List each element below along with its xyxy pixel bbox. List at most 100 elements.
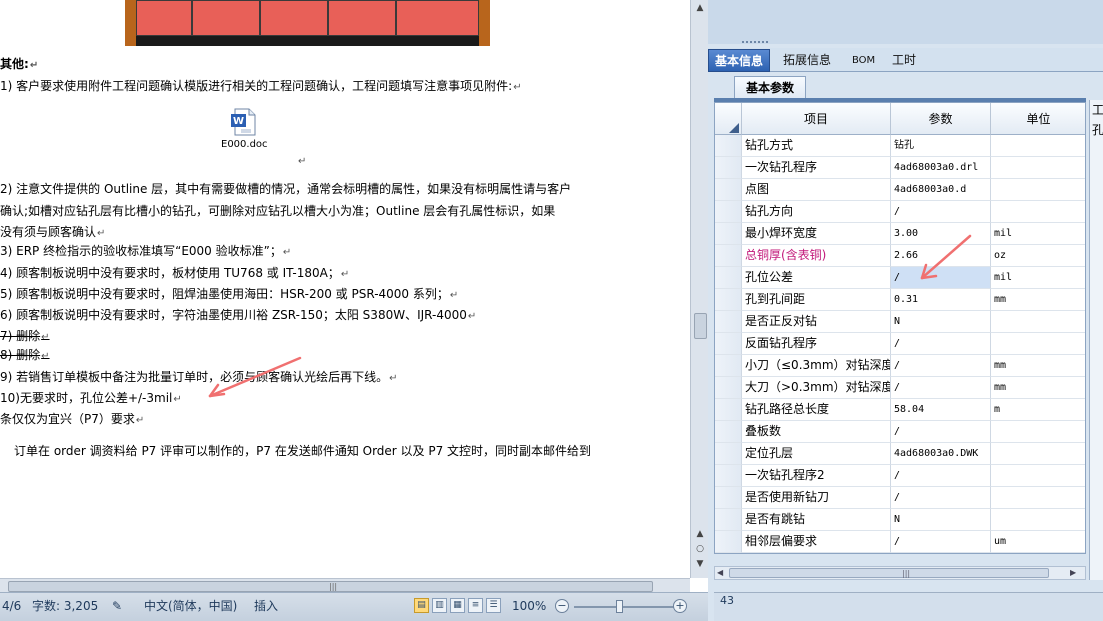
word-count[interactable]: 字数: 3,205 bbox=[32, 598, 98, 614]
scroll-thumb[interactable] bbox=[694, 313, 707, 339]
panel-grip[interactable] bbox=[742, 41, 768, 46]
cell-item: 点图 bbox=[742, 179, 891, 201]
table-row[interactable]: 小刀（≤0.3mm）对钻深度 / mm bbox=[715, 355, 1085, 377]
row-header bbox=[715, 377, 742, 399]
cell-value[interactable]: / bbox=[891, 267, 991, 289]
grid-horizontal-scrollbar[interactable]: ◀ ||| ▶ bbox=[714, 566, 1086, 580]
zoom-out-button[interactable]: − bbox=[555, 599, 569, 613]
outline-view-icon[interactable]: ≡ bbox=[468, 598, 483, 613]
proofing-icon[interactable]: ✎ bbox=[112, 598, 122, 614]
cell-unit: oz bbox=[991, 245, 1085, 267]
document-page[interactable]: 其他:↵ 1) 客户要求使用附件工程问题确认模版进行相关的工程问题确认，工程问题… bbox=[0, 0, 690, 578]
cell-value[interactable]: / bbox=[891, 201, 991, 223]
cell-value[interactable]: 0.31 bbox=[891, 289, 991, 311]
cell-value[interactable]: N bbox=[891, 311, 991, 333]
print-layout-icon[interactable]: ▤ bbox=[414, 598, 429, 613]
doc-item-2-cont2: 没有须与顾客确认↵ bbox=[0, 225, 106, 239]
cell-value[interactable]: 2.66 bbox=[891, 245, 991, 267]
tab-work-hours[interactable]: 工时 bbox=[886, 49, 922, 72]
attachment-filename[interactable]: E000.doc bbox=[221, 139, 268, 150]
table-row[interactable]: 定位孔层 4ad68003a0.DWK bbox=[715, 443, 1085, 465]
grid-hscroll-thumb[interactable]: ||| bbox=[729, 568, 1049, 578]
cell-unit bbox=[991, 509, 1085, 531]
cell-unit bbox=[991, 311, 1085, 333]
scroll-right-icon[interactable]: ▶ bbox=[1070, 567, 1076, 579]
table-row[interactable]: 钻孔路径总长度 58.04 m bbox=[715, 399, 1085, 421]
cell-item: 是否正反对钻 bbox=[742, 311, 891, 333]
doc-item-2-cont: 确认;如槽对应钻孔层有比槽小的钻孔，可删除对应钻孔以槽大小为准；Outline … bbox=[0, 204, 556, 218]
col-header-item[interactable]: 项目 bbox=[742, 103, 891, 135]
cell-value[interactable]: / bbox=[891, 421, 991, 443]
draft-view-icon[interactable]: ☰ bbox=[486, 598, 501, 613]
table-row[interactable]: 点图 4ad68003a0.d bbox=[715, 179, 1085, 201]
cell-value[interactable]: 钻孔 bbox=[891, 135, 991, 157]
cell-value[interactable]: / bbox=[891, 355, 991, 377]
doc-item-3: 3) ERP 终检指示的验收标准填写“E000 验收标准”；↵ bbox=[0, 244, 292, 258]
cell-value[interactable]: 4ad68003a0.d bbox=[891, 179, 991, 201]
cell-value[interactable]: / bbox=[891, 531, 991, 553]
row-header bbox=[715, 135, 742, 157]
table-row[interactable]: 总铜厚(含表铜) 2.66 oz bbox=[715, 245, 1085, 267]
cell-value[interactable]: / bbox=[891, 465, 991, 487]
table-row[interactable]: 钻孔方向 / bbox=[715, 201, 1085, 223]
zoom-level[interactable]: 100% bbox=[512, 598, 546, 614]
browse-object-icon[interactable]: ○ bbox=[694, 543, 706, 555]
zoom-in-button[interactable]: + bbox=[673, 599, 687, 613]
table-row[interactable]: 叠板数 / bbox=[715, 421, 1085, 443]
grid-corner[interactable] bbox=[715, 103, 742, 135]
tab-bom[interactable]: BOM bbox=[846, 49, 881, 72]
table-row[interactable]: 最小焊环宽度 3.00 mil bbox=[715, 223, 1085, 245]
table-row[interactable]: 一次钻孔程序 4ad68003a0.drl bbox=[715, 157, 1085, 179]
cell-value[interactable]: / bbox=[891, 377, 991, 399]
word-document-icon[interactable]: W bbox=[229, 107, 259, 137]
doc-note: 条仅仅为宜兴（P7）要求↵ bbox=[0, 412, 145, 426]
table-row[interactable]: 是否有跳钻 N bbox=[715, 509, 1085, 531]
scroll-up-icon[interactable]: ▲ bbox=[694, 2, 706, 14]
doc-item-10: 10)无要求时，孔位公差+/-3mil↵ bbox=[0, 391, 182, 405]
hscroll-thumb[interactable]: ||| bbox=[8, 581, 653, 592]
row-header bbox=[715, 421, 742, 443]
cell-unit bbox=[991, 487, 1085, 509]
tab-basic-info[interactable]: 基本信息 bbox=[708, 49, 771, 72]
language-indicator[interactable]: 中文(简体，中国) bbox=[144, 598, 237, 614]
cell-value[interactable]: 4ad68003a0.DWK bbox=[891, 443, 991, 465]
table-row[interactable]: 大刀（>0.3mm）对钻深度 / mm bbox=[715, 377, 1085, 399]
cell-unit bbox=[991, 333, 1085, 355]
table-row[interactable]: 是否正反对钻 N bbox=[715, 311, 1085, 333]
table-row[interactable]: 孔到孔间距 0.31 mm bbox=[715, 289, 1085, 311]
cell-value[interactable]: / bbox=[891, 333, 991, 355]
scroll-left-icon[interactable]: ◀ bbox=[717, 567, 723, 579]
cell-value[interactable]: 4ad68003a0.drl bbox=[891, 157, 991, 179]
full-screen-reading-icon[interactable]: ▥ bbox=[432, 598, 447, 613]
zoom-slider-thumb[interactable] bbox=[616, 600, 623, 613]
prev-page-icon[interactable]: ▲ bbox=[694, 528, 706, 540]
table-row[interactable]: 钻孔方式 钻孔 bbox=[715, 135, 1085, 157]
doc-item-1: 1) 客户要求使用附件工程问题确认模版进行相关的工程问题确认，工程问题填写注意事… bbox=[0, 79, 522, 93]
subtab-basic-params[interactable]: 基本参数 bbox=[734, 76, 806, 99]
cell-unit: mm bbox=[991, 289, 1085, 311]
cell-value[interactable]: / bbox=[891, 487, 991, 509]
insert-mode[interactable]: 插入 bbox=[254, 598, 278, 614]
table-row[interactable]: 是否使用新钻刀 / bbox=[715, 487, 1085, 509]
panel-header-area bbox=[708, 0, 1103, 44]
web-layout-icon[interactable]: ▦ bbox=[450, 598, 465, 613]
next-page-icon[interactable]: ▼ bbox=[694, 558, 706, 570]
col-header-param[interactable]: 参数 bbox=[891, 103, 991, 135]
cell-value[interactable]: 3.00 bbox=[891, 223, 991, 245]
document-horizontal-scrollbar[interactable]: ||| bbox=[0, 578, 690, 592]
row-header bbox=[715, 465, 742, 487]
row-header bbox=[715, 531, 742, 553]
tab-extended-info[interactable]: 拓展信息 bbox=[777, 49, 837, 72]
doc-item-4: 4) 顾客制板说明中没有要求时，板材使用 TU768 或 IT-180A；↵ bbox=[0, 266, 350, 280]
cell-unit bbox=[991, 157, 1085, 179]
table-row[interactable]: 一次钻孔程序2/ bbox=[715, 465, 1085, 487]
table-row[interactable]: 相邻层偏要求 / um bbox=[715, 531, 1085, 553]
cell-value[interactable]: 58.04 bbox=[891, 399, 991, 421]
document-vertical-scrollbar[interactable]: ▲ ▲ ○ ▼ bbox=[690, 0, 708, 578]
zoom-slider[interactable] bbox=[574, 606, 674, 608]
cell-value[interactable]: N bbox=[891, 509, 991, 531]
table-row[interactable]: 反面钻孔程序 / bbox=[715, 333, 1085, 355]
table-row[interactable]: 孔位公差 / mil bbox=[715, 267, 1085, 289]
page-indicator[interactable]: 4/6 bbox=[2, 598, 21, 614]
col-header-unit[interactable]: 单位 bbox=[991, 103, 1085, 135]
